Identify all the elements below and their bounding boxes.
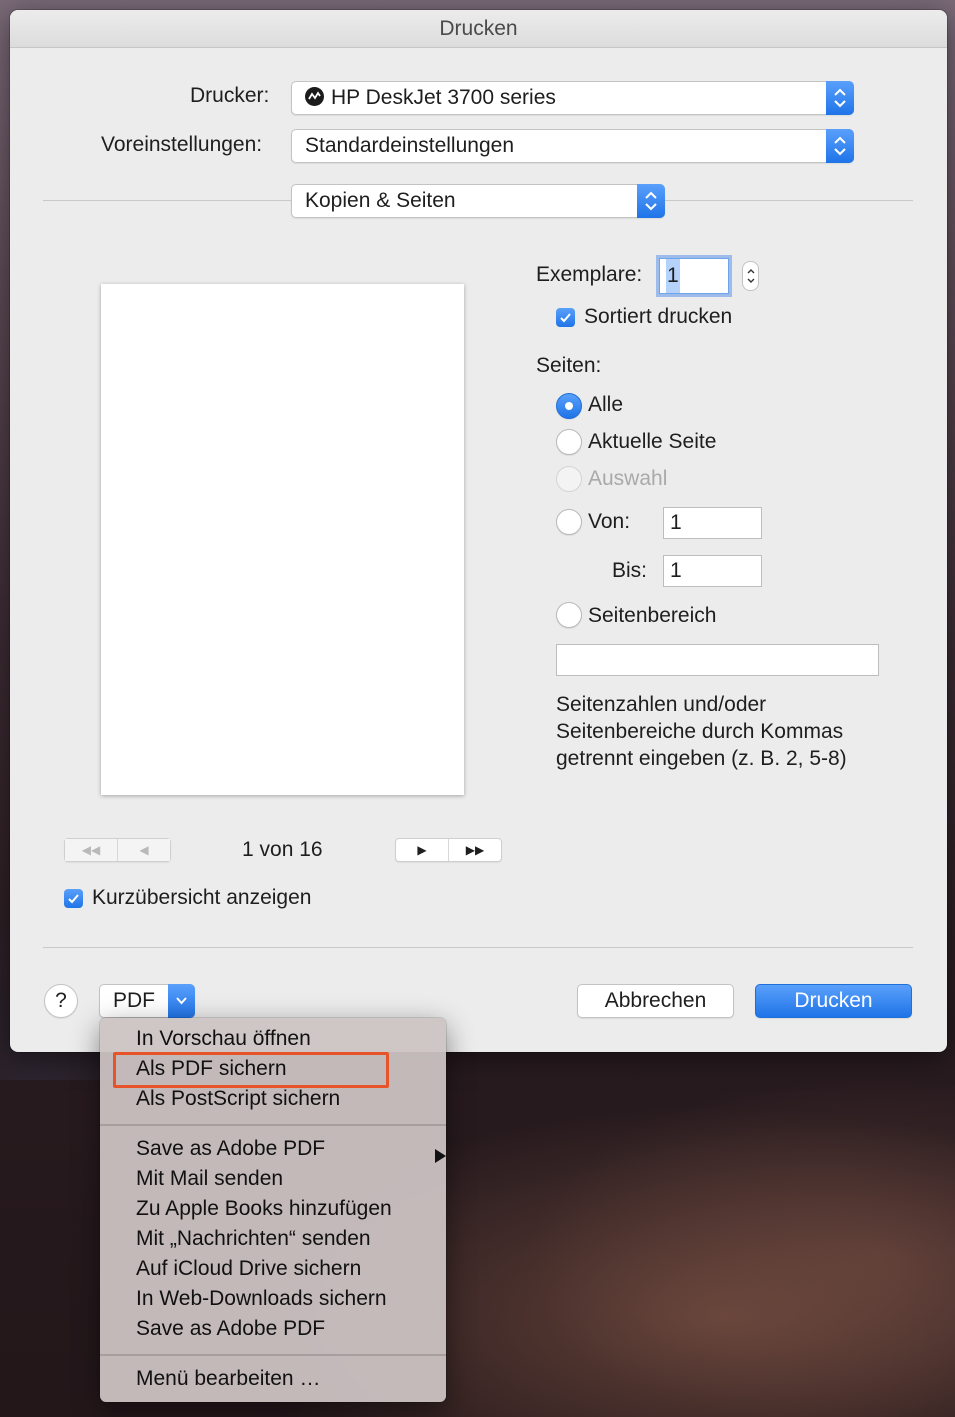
checkmark-icon bbox=[68, 894, 79, 904]
menu-item-save-as-adobe-pdf-submenu[interactable]: Save as Adobe PDF bbox=[136, 1134, 446, 1164]
printer-status-icon bbox=[305, 87, 324, 106]
menu-item-add-to-books[interactable]: Zu Apple Books hinzufügen bbox=[136, 1194, 392, 1224]
pages-all-label: Alle bbox=[588, 393, 624, 416]
last-page-icon[interactable]: ▶▶ bbox=[448, 839, 501, 861]
printer-label: Drucker: bbox=[190, 84, 270, 107]
menu-item-send-messages[interactable]: Mit „Nachrichten“ senden bbox=[136, 1224, 371, 1254]
print-button[interactable]: Drucken bbox=[755, 984, 912, 1018]
section-value: Kopien & Seiten bbox=[305, 189, 456, 212]
presets-value: Standardeinstellungen bbox=[305, 134, 514, 157]
presets-label: Voreinstellungen: bbox=[101, 133, 263, 156]
menu-separator bbox=[100, 1354, 446, 1356]
updown-chevron-icon bbox=[747, 269, 755, 283]
pages-range-field[interactable] bbox=[556, 644, 879, 676]
pages-current-radio[interactable] bbox=[556, 429, 582, 455]
submenu-arrow-icon bbox=[434, 1142, 446, 1172]
pages-label: Seiten: bbox=[536, 354, 602, 377]
footer-separator bbox=[43, 947, 913, 948]
pages-selection-label: Auswahl bbox=[588, 467, 668, 490]
menu-separator bbox=[100, 1124, 446, 1126]
preview-nav-forward: ▶ ▶▶ bbox=[395, 838, 502, 862]
pdf-menu-button[interactable]: PDF bbox=[99, 984, 195, 1018]
pages-range-radio[interactable] bbox=[556, 602, 582, 628]
page-preview bbox=[101, 284, 464, 795]
pages-all-radio[interactable] bbox=[556, 393, 582, 419]
pages-hint-line: getrennt eingeben (z. B. 2, 5-8) bbox=[556, 747, 847, 770]
printer-popup[interactable]: HP DeskJet 3700 series bbox=[291, 81, 854, 115]
pages-to-field[interactable]: 1 bbox=[663, 555, 762, 587]
checkmark-icon bbox=[560, 313, 571, 323]
dialog-title: Drucken bbox=[10, 10, 947, 48]
highlight-annotation bbox=[113, 1052, 389, 1088]
pages-current-label: Aktuelle Seite bbox=[588, 430, 717, 453]
menu-item-open-preview[interactable]: In Vorschau öffnen bbox=[136, 1024, 311, 1054]
presets-popup[interactable]: Standardeinstellungen bbox=[291, 129, 854, 163]
updown-chevron-icon bbox=[826, 81, 854, 115]
section-popup[interactable]: Kopien & Seiten bbox=[291, 184, 665, 218]
first-page-icon[interactable]: ◀◀ bbox=[65, 839, 117, 861]
copies-label: Exemplare: bbox=[536, 263, 643, 286]
printer-value: HP DeskJet 3700 series bbox=[331, 86, 556, 109]
menu-item-send-mail[interactable]: Mit Mail senden bbox=[136, 1164, 283, 1194]
show-details-label: Kurzübersicht anzeigen bbox=[92, 886, 312, 909]
chevron-down-icon bbox=[168, 984, 195, 1018]
cancel-button[interactable]: Abbrechen bbox=[577, 984, 734, 1018]
copies-field[interactable]: 1 bbox=[659, 258, 729, 294]
pages-range-label: Seitenbereich bbox=[588, 604, 717, 627]
menu-item-save-icloud[interactable]: Auf iCloud Drive sichern bbox=[136, 1254, 361, 1284]
collate-label: Sortiert drucken bbox=[584, 305, 733, 328]
pages-hint: Seitenzahlen und/oder Seitenbereiche dur… bbox=[556, 691, 847, 772]
updown-chevron-icon bbox=[826, 129, 854, 163]
page-indicator: 1 von 16 bbox=[242, 838, 323, 861]
pages-hint-line: Seitenzahlen und/oder bbox=[556, 693, 767, 716]
copies-value: 1 bbox=[666, 259, 680, 293]
copies-stepper[interactable] bbox=[742, 261, 759, 291]
pages-to-label: Bis: bbox=[612, 559, 648, 582]
menu-item-edit-menu[interactable]: Menü bearbeiten … bbox=[136, 1364, 320, 1394]
pages-from-field[interactable]: 1 bbox=[663, 507, 762, 539]
pdf-button-label: PDF bbox=[113, 989, 155, 1012]
show-details-checkbox[interactable] bbox=[64, 889, 83, 908]
updown-chevron-icon bbox=[637, 184, 665, 218]
pages-from-label: Von: bbox=[588, 510, 631, 533]
menu-item-save-as-postscript[interactable]: Als PostScript sichern bbox=[136, 1084, 340, 1114]
preview-nav-back: ◀◀ ◀ bbox=[64, 838, 171, 862]
print-dialog: Drucken Drucker: HP DeskJet 3700 series … bbox=[10, 10, 947, 1052]
pages-hint-line: Seitenbereiche durch Kommas bbox=[556, 720, 844, 743]
menu-item-save-web-downloads[interactable]: In Web-Downloads sichern bbox=[136, 1284, 387, 1314]
next-page-icon[interactable]: ▶ bbox=[396, 839, 448, 861]
menu-item-label: Save as Adobe PDF bbox=[136, 1137, 326, 1160]
pages-from-radio[interactable] bbox=[556, 509, 582, 535]
menu-item-save-as-adobe-pdf[interactable]: Save as Adobe PDF bbox=[136, 1314, 325, 1344]
help-button[interactable]: ? bbox=[44, 984, 78, 1018]
pages-selection-radio bbox=[556, 466, 582, 492]
prev-page-icon[interactable]: ◀ bbox=[117, 839, 170, 861]
collate-checkbox[interactable] bbox=[556, 308, 575, 327]
